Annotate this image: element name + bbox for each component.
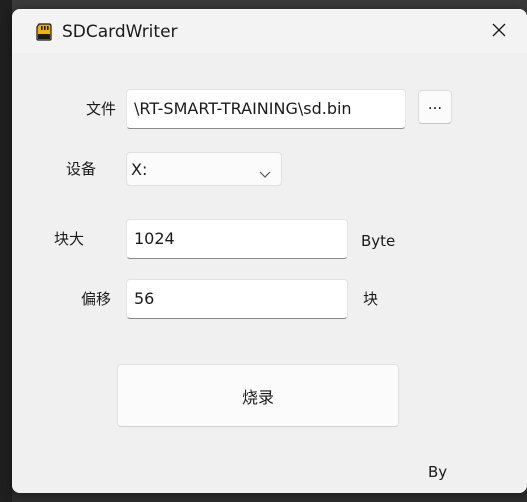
file-label: 文件: [86, 100, 117, 118]
offset-input[interactable]: 56: [126, 279, 348, 319]
burn-button-label: 烧录: [241, 387, 274, 407]
by-label: By: [428, 463, 448, 481]
chevron-down-icon: [258, 164, 272, 178]
device-label: 设备: [66, 160, 97, 178]
file-path-input[interactable]: \RT-SMART-TRAINING\sd.bin: [126, 89, 406, 129]
close-button[interactable]: [476, 15, 522, 49]
sdcardwriter-window: SDCardWriter 文件 \RT-SMART-TRAINING\sd.bi…: [12, 9, 527, 493]
offset-label: 偏移: [81, 290, 112, 308]
close-icon: [491, 22, 507, 42]
block-size-input[interactable]: 1024: [126, 219, 348, 259]
device-selected-value: X:: [131, 160, 148, 179]
title-bar[interactable]: SDCardWriter: [12, 9, 527, 53]
offset-unit: 块: [363, 290, 379, 308]
background-edge: [0, 0, 12, 502]
block-size-unit: Byte: [361, 232, 396, 250]
block-size-label: 块大: [54, 230, 85, 248]
form-panel: 文件 \RT-SMART-TRAINING\sd.bin ... 设备 X: 块…: [12, 53, 527, 493]
browse-button[interactable]: ...: [418, 90, 452, 124]
window-title: SDCardWriter: [62, 22, 178, 42]
sd-card-icon: [35, 23, 53, 41]
burn-button[interactable]: 烧录: [117, 364, 399, 427]
device-select[interactable]: X:: [126, 152, 282, 186]
